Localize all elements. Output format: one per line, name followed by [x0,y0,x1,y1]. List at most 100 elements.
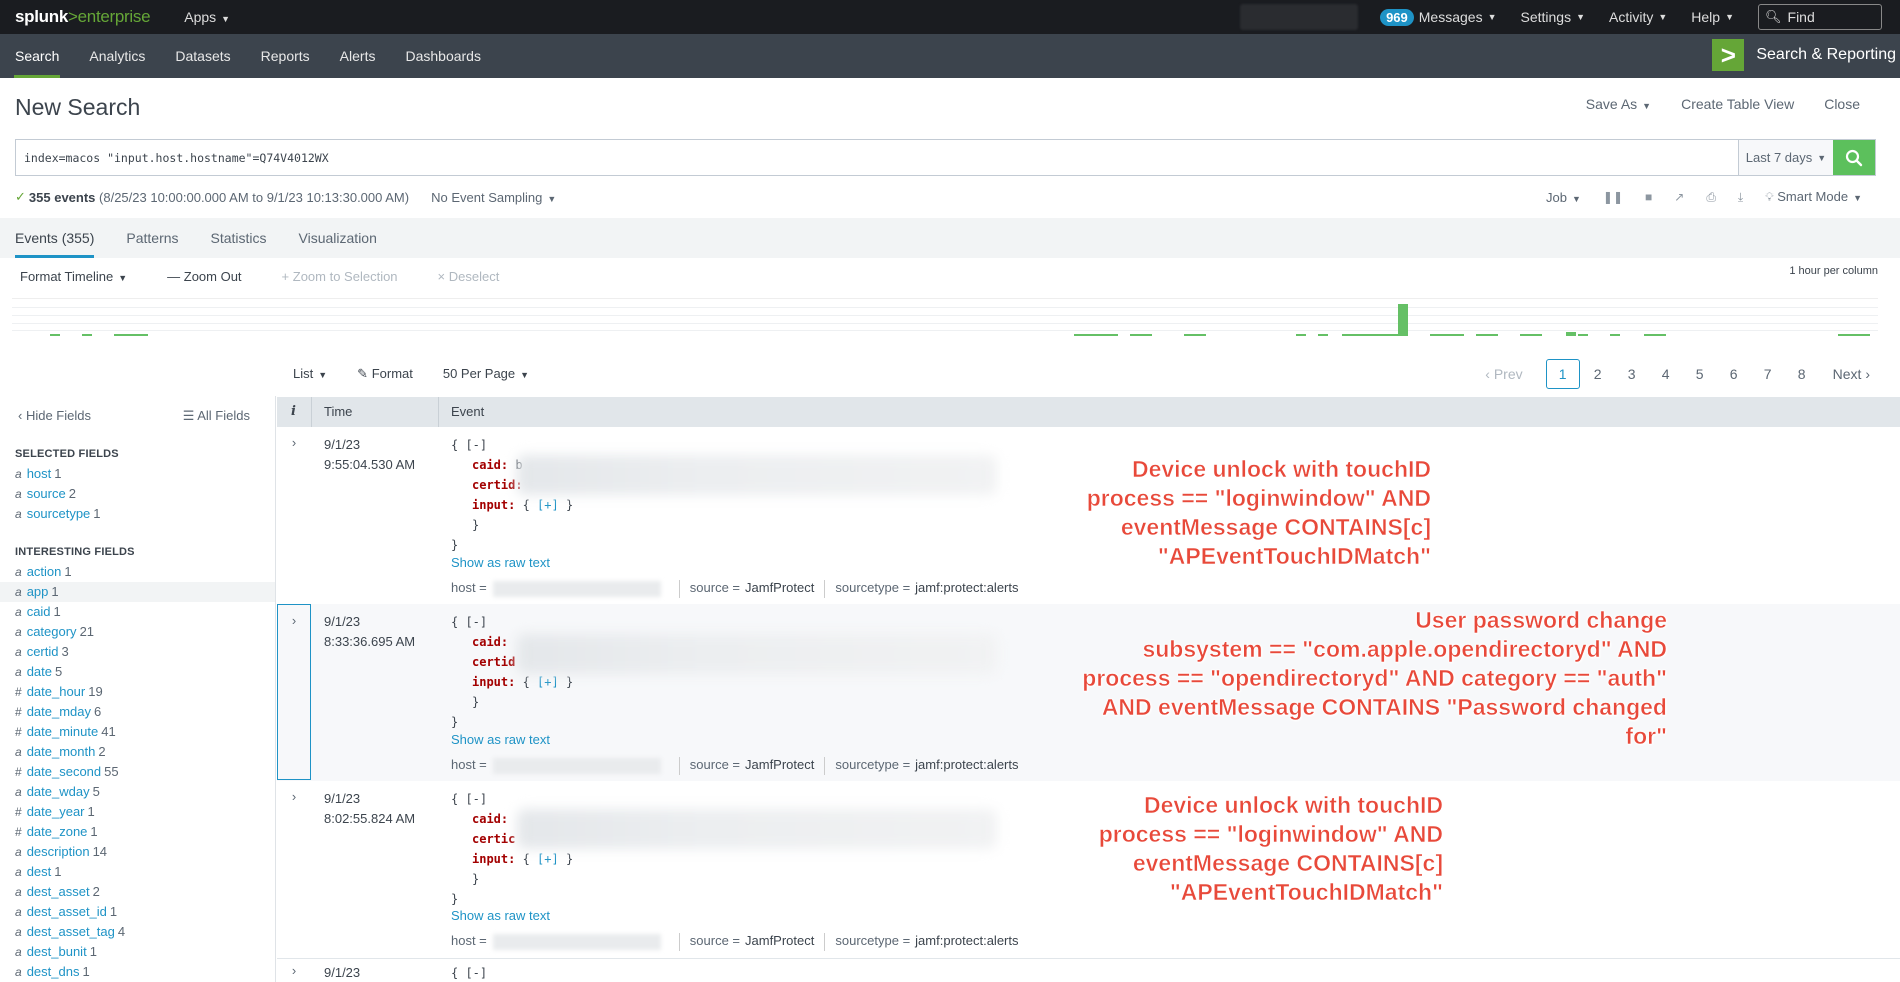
field-date-hour[interactable]: # date_hour 19 [0,682,275,702]
nav-datasets[interactable]: Datasets [160,34,245,78]
tab-visualization[interactable]: Visualization [299,218,377,258]
expand-json-toggle[interactable]: [+] [537,852,559,866]
timeline-bar[interactable] [1578,334,1588,336]
expand-event-icon[interactable]: › [277,435,311,450]
timeline-bar[interactable] [50,334,60,336]
prev-page-button[interactable]: ‹ Prev [1485,366,1522,382]
collapse-json-toggle[interactable]: { [-] [451,789,573,809]
per-page-menu[interactable]: 50 Per Page ▼ [443,366,529,382]
host-field[interactable]: host = [451,933,487,951]
settings-menu[interactable]: Settings ▼ [1521,9,1586,25]
event-timeline[interactable] [12,298,1878,336]
hide-fields-button[interactable]: ‹ Hide Fields [18,408,91,424]
timeline-bar[interactable] [1184,334,1206,336]
deselect-button[interactable]: × Deselect [438,269,500,284]
search-mode-menu[interactable]: 💡︎ Smart Mode ▼ [1765,189,1862,205]
field-dest-asset-id[interactable]: a dest_asset_id 1 [0,902,275,922]
field-date-wday[interactable]: a date_wday 5 [0,782,275,802]
nav-reports[interactable]: Reports [246,34,325,78]
help-menu[interactable]: Help ▼ [1691,9,1734,25]
nav-search[interactable]: Search [0,34,74,78]
show-raw-text-link[interactable]: Show as raw text [451,732,550,747]
tab-statistics[interactable]: Statistics [211,218,267,258]
page-1-button[interactable]: 1 [1545,359,1580,389]
timeline-bar[interactable] [1342,334,1398,336]
timeline-bar[interactable] [1610,334,1620,336]
field-date-second[interactable]: # date_second 55 [0,762,275,782]
sourcetype-value[interactable]: jamf:protect:alerts [915,580,1018,598]
all-fields-button[interactable]: ☰ All Fields [183,408,250,424]
source-value[interactable]: JamfProtect [745,757,814,775]
page-5-button[interactable]: 5 [1683,366,1717,382]
field-date-minute[interactable]: # date_minute 41 [0,722,275,742]
field-dest-asset-tag[interactable]: a dest_asset_tag 4 [0,922,275,942]
page-4-button[interactable]: 4 [1649,366,1683,382]
search-submit-button[interactable] [1833,140,1875,175]
timeline-bar[interactable] [1838,334,1870,336]
close-button[interactable]: Close [1824,96,1860,112]
page-3-button[interactable]: 3 [1615,366,1649,382]
messages-menu[interactable]: 969 Messages ▼ [1380,8,1497,26]
field-dest-asset[interactable]: a dest_asset 2 [0,882,275,902]
field-dest-bunit[interactable]: a dest_bunit 1 [0,942,275,962]
next-page-button[interactable]: Next › [1833,366,1870,382]
field-caid[interactable]: a caid 1 [0,602,275,622]
list-view-menu[interactable]: List ▼ [293,366,327,382]
tab-events[interactable]: Events (355) [15,218,95,258]
timeline-bar[interactable] [1476,334,1498,336]
page-6-button[interactable]: 6 [1717,366,1751,382]
page-7-button[interactable]: 7 [1751,366,1785,382]
show-raw-text-link[interactable]: Show as raw text [451,908,550,923]
field-dest-dns[interactable]: a dest_dns 1 [0,962,275,982]
expand-event-icon[interactable]: › [277,604,311,780]
activity-menu[interactable]: Activity ▼ [1609,9,1667,25]
event-sampling-menu[interactable]: No Event Sampling ▼ [431,190,556,205]
time-range-picker[interactable]: Last 7 days ▼ [1738,140,1833,175]
field-date-year[interactable]: # date_year 1 [0,802,275,822]
stop-icon[interactable]: ■ [1645,190,1652,204]
zoom-out-button[interactable]: — Zoom Out [167,269,241,284]
timeline-bar[interactable] [1130,334,1152,336]
timeline-bar[interactable] [1430,334,1464,336]
format-timeline-menu[interactable]: Format Timeline ▼ [20,269,127,284]
timeline-bar[interactable] [114,334,148,336]
field-action[interactable]: a action 1 [0,562,275,582]
search-query-input[interactable]: index=macos "input.host.hostname"=Q74V40… [16,140,1738,175]
collapse-json-toggle[interactable]: { [-] [451,612,573,632]
source-value[interactable]: JamfProtect [745,933,814,951]
field-date[interactable]: a date 5 [0,662,275,682]
page-8-button[interactable]: 8 [1785,366,1819,382]
nav-alerts[interactable]: Alerts [325,34,391,78]
source-value[interactable]: JamfProtect [745,580,814,598]
field-date-zone[interactable]: # date_zone 1 [0,822,275,842]
nav-dashboards[interactable]: Dashboards [390,34,496,78]
field-category[interactable]: a category 21 [0,622,275,642]
expand-event-icon[interactable]: › [277,789,311,804]
expand-json-toggle[interactable]: [+] [537,675,559,689]
field-date-month[interactable]: a date_month 2 [0,742,275,762]
user-menu-redacted[interactable] [1240,4,1359,30]
field-host[interactable]: a host 1 [0,464,275,484]
field-source[interactable]: a source 2 [0,484,275,504]
expand-json-toggle[interactable]: [+] [537,498,559,512]
app-name[interactable]: > Search & Reporting [1712,39,1896,71]
field-certid[interactable]: a certid 3 [0,642,275,662]
splunk-logo[interactable]: splunk>enterprise [15,7,151,27]
time-column-header[interactable]: Time [324,404,352,419]
share-icon[interactable]: ↗ [1674,190,1684,204]
host-field[interactable]: host = [451,580,487,598]
create-table-view-button[interactable]: Create Table View [1681,96,1794,112]
apps-menu[interactable]: Apps ▼ [184,9,230,25]
sourcetype-value[interactable]: jamf:protect:alerts [915,933,1018,951]
sourcetype-value[interactable]: jamf:protect:alerts [915,757,1018,775]
job-menu[interactable]: Job ▼ [1546,190,1581,205]
save-as-button[interactable]: Save As ▼ [1586,96,1651,112]
tab-patterns[interactable]: Patterns [126,218,178,258]
timeline-bar[interactable] [1296,334,1306,336]
collapse-json-toggle[interactable]: { [-] [451,435,573,455]
timeline-bar[interactable] [82,334,92,336]
host-field[interactable]: host = [451,757,487,775]
timeline-bar[interactable] [1074,334,1118,336]
field-app[interactable]: a app 1 [0,582,275,602]
field-dest[interactable]: a dest 1 [0,862,275,882]
